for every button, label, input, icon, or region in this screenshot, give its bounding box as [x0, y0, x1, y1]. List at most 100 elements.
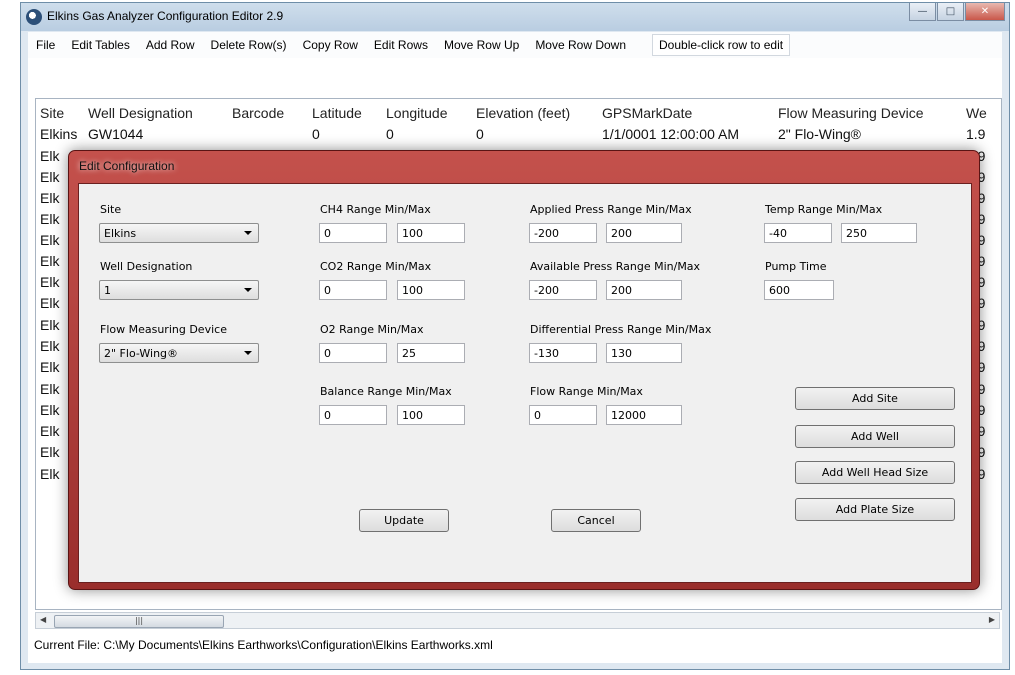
flow-max-input[interactable]: 12000 — [606, 405, 682, 425]
cell-site: Elk — [40, 423, 60, 439]
cell-well: GW1044 — [88, 126, 144, 142]
differential-max-input[interactable]: 130 — [606, 343, 682, 363]
menu-move-row-up[interactable]: Move Row Up — [436, 38, 527, 52]
balance-max-input[interactable]: 100 — [397, 405, 465, 425]
co2-range-label: CO2 Range Min/Max — [320, 260, 432, 273]
pump-time-input[interactable]: 600 — [764, 280, 834, 300]
menu-move-row-down[interactable]: Move Row Down — [527, 38, 634, 52]
available-max-input[interactable]: 200 — [606, 280, 682, 300]
edit-hint: Double-click row to edit — [652, 34, 791, 56]
cell-elevation: 0 — [476, 126, 484, 142]
flow-device-value: 2" Flo-Wing® — [104, 347, 179, 360]
flow-device-dropdown[interactable]: 2" Flo-Wing® — [99, 343, 259, 363]
cell-site: Elk — [40, 359, 60, 375]
title-bar[interactable]: Elkins Gas Analyzer Configuration Editor… — [21, 3, 1009, 31]
co2-max-input[interactable]: 100 — [397, 280, 465, 300]
close-icon[interactable]: ✕ — [965, 3, 1005, 21]
cell-we: 1.9 — [966, 126, 986, 142]
flow-range-label: Flow Range Min/Max — [530, 385, 643, 398]
app-icon — [26, 9, 42, 25]
menu-file[interactable]: File — [28, 38, 63, 52]
ch4-range-label: CH4 Range Min/Max — [320, 203, 431, 216]
cell-site: Elk — [40, 466, 60, 482]
col-we[interactable]: We — [966, 105, 987, 121]
chevron-down-icon — [244, 351, 252, 355]
pump-time-label: Pump Time — [765, 260, 827, 273]
cell-site: Elk — [40, 444, 60, 460]
cancel-button[interactable]: Cancel — [551, 509, 641, 532]
scroll-left-icon[interactable]: ◀ — [40, 615, 46, 624]
horizontal-scrollbar[interactable]: ◀ ||| ▶ — [35, 612, 1000, 629]
cell-site: Elk — [40, 317, 60, 333]
ch4-min-input[interactable]: 0 — [319, 223, 387, 243]
chevron-down-icon — [244, 288, 252, 292]
window-title: Elkins Gas Analyzer Configuration Editor… — [47, 9, 284, 23]
o2-max-input[interactable]: 25 — [397, 343, 465, 363]
dialog-title: Edit Configuration — [79, 159, 175, 173]
available-min-input[interactable]: -200 — [529, 280, 597, 300]
edit-configuration-dialog: Edit Configuration Site Elkins Well Desi… — [68, 150, 980, 590]
cell-flow-device: 2" Flo-Wing® — [778, 126, 861, 142]
flow-min-input[interactable]: 0 — [529, 405, 597, 425]
add-site-button[interactable]: Add Site — [795, 387, 955, 410]
cell-site: Elk — [40, 211, 60, 227]
maximize-icon[interactable]: □ — [937, 3, 964, 21]
site-dropdown[interactable]: Elkins — [99, 223, 259, 243]
scrollbar-thumb[interactable]: ||| — [54, 615, 224, 628]
cell-site: Elk — [40, 274, 60, 290]
col-latitude[interactable]: Latitude — [312, 105, 362, 121]
chevron-down-icon — [244, 231, 252, 235]
col-barcode[interactable]: Barcode — [232, 105, 284, 121]
temp-range-label: Temp Range Min/Max — [765, 203, 883, 216]
col-gpsmarkdate[interactable]: GPSMarkDate — [602, 105, 692, 121]
add-well-button[interactable]: Add Well — [795, 425, 955, 448]
available-press-label: Available Press Range Min/Max — [530, 260, 701, 273]
balance-min-input[interactable]: 0 — [319, 405, 387, 425]
cell-site: Elk — [40, 169, 60, 185]
col-site[interactable]: Site — [40, 105, 64, 121]
applied-max-input[interactable]: 200 — [606, 223, 682, 243]
menu-edit-rows[interactable]: Edit Rows — [366, 38, 436, 52]
cell-longitude: 0 — [386, 126, 394, 142]
col-flow-device[interactable]: Flow Measuring Device — [778, 105, 924, 121]
dialog-body: Site Elkins Well Designation 1 Flow Meas… — [78, 183, 972, 583]
temp-min-input[interactable]: -40 — [764, 223, 832, 243]
menu-edit-tables[interactable]: Edit Tables — [63, 38, 137, 52]
well-designation-dropdown[interactable]: 1 — [99, 280, 259, 300]
applied-min-input[interactable]: -200 — [529, 223, 597, 243]
cell-site: Elkins — [40, 126, 78, 142]
differential-press-label: Differential Press Range Min/Max — [530, 323, 712, 336]
add-well-head-size-button[interactable]: Add Well Head Size — [795, 461, 955, 484]
balance-range-label: Balance Range Min/Max — [320, 385, 452, 398]
minimize-icon[interactable]: — — [909, 3, 936, 21]
menu-copy-row[interactable]: Copy Row — [295, 38, 366, 52]
co2-min-input[interactable]: 0 — [319, 280, 387, 300]
menu-delete-rows[interactable]: Delete Row(s) — [203, 38, 295, 52]
ch4-max-input[interactable]: 100 — [397, 223, 465, 243]
col-elevation[interactable]: Elevation (feet) — [476, 105, 570, 121]
cell-site: Elk — [40, 232, 60, 248]
o2-range-label: O2 Range Min/Max — [320, 323, 424, 336]
add-plate-size-button[interactable]: Add Plate Size — [795, 498, 955, 521]
cell-site: Elk — [40, 148, 60, 164]
well-designation-label: Well Designation — [100, 260, 193, 273]
menu-add-row[interactable]: Add Row — [138, 38, 203, 52]
grid-header: Site Well Designation Barcode Latitude L… — [36, 99, 1001, 125]
site-label: Site — [100, 203, 122, 216]
site-value: Elkins — [104, 227, 137, 240]
cell-site: Elk — [40, 338, 60, 354]
differential-min-input[interactable]: -130 — [529, 343, 597, 363]
flow-device-label: Flow Measuring Device — [100, 323, 227, 336]
update-button[interactable]: Update — [359, 509, 449, 532]
cell-site: Elk — [40, 295, 60, 311]
temp-max-input[interactable]: 250 — [841, 223, 917, 243]
cell-site: Elk — [40, 190, 60, 206]
cell-latitude: 0 — [312, 126, 320, 142]
o2-min-input[interactable]: 0 — [319, 343, 387, 363]
col-longitude[interactable]: Longitude — [386, 105, 448, 121]
cell-site: Elk — [40, 381, 60, 397]
scroll-right-icon[interactable]: ▶ — [989, 615, 995, 624]
col-well-designation[interactable]: Well Designation — [88, 105, 193, 121]
well-designation-value: 1 — [104, 284, 111, 297]
cell-gpsmarkdate: 1/1/0001 12:00:00 AM — [602, 126, 739, 142]
